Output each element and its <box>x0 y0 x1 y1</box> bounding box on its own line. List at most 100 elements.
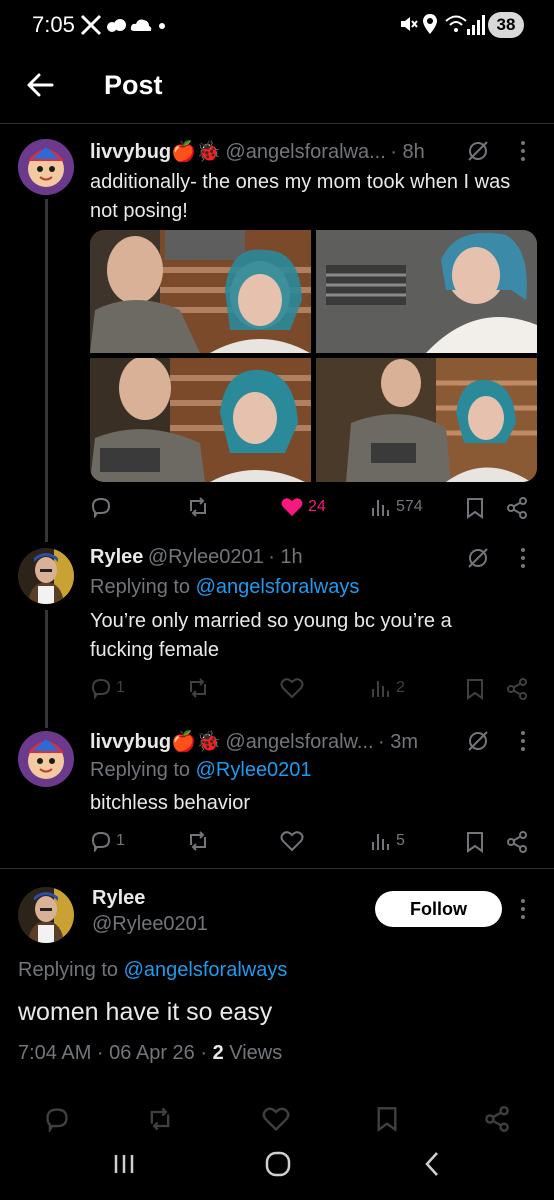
more-options-icon[interactable] <box>518 547 528 569</box>
replying-to: Replying to @angelsforalways <box>18 959 287 982</box>
post-header: livvybug🍎🐞 @angelsforalw... · 3m <box>90 729 460 754</box>
reply-icon <box>91 497 111 518</box>
more-options-icon[interactable] <box>518 898 528 920</box>
cloud-icon <box>130 19 152 31</box>
follow-button[interactable]: Follow <box>375 891 502 927</box>
heart-icon[interactable] <box>262 1106 290 1132</box>
post-metadata: 7:04 AM · 06 Apr 26 · 2 Views <box>18 1042 282 1065</box>
handle[interactable]: @angelsforalwa... <box>225 141 385 163</box>
views-button[interactable]: 2 <box>370 677 405 699</box>
back-arrow-icon[interactable] <box>26 71 54 99</box>
avatar[interactable] <box>18 548 74 604</box>
photo-2[interactable] <box>316 230 537 353</box>
display-name[interactable]: livvybug🍎🐞 <box>90 141 221 163</box>
post-text: bitchless behavior <box>90 792 251 814</box>
heart-icon <box>280 831 304 852</box>
replying-to-handle[interactable]: @angelsforalways <box>124 959 288 981</box>
heart-icon <box>280 678 304 699</box>
more-options-icon[interactable] <box>518 140 528 162</box>
post-time: · 1h <box>268 546 303 568</box>
repost-icon <box>190 831 206 851</box>
view-count: 5 <box>396 832 405 849</box>
views-icon <box>372 500 389 516</box>
avatar[interactable] <box>18 731 74 787</box>
dot-icon <box>159 23 165 29</box>
photo-3[interactable] <box>90 358 311 482</box>
bookmark-icon[interactable] <box>466 497 484 519</box>
photo-1[interactable] <box>90 230 311 353</box>
battery-indicator: 38 <box>488 12 524 38</box>
views-button[interactable]: 574 <box>370 496 423 518</box>
grok-icon[interactable] <box>466 546 490 570</box>
wifi-icon <box>445 15 467 32</box>
back-nav-icon[interactable] <box>422 1150 442 1178</box>
repost-button[interactable] <box>186 496 210 518</box>
photo-4[interactable] <box>316 358 537 482</box>
thread-line <box>45 199 48 542</box>
thread-line <box>45 610 48 728</box>
avatar[interactable] <box>18 139 74 195</box>
views-button[interactable]: 5 <box>370 830 405 852</box>
more-options-icon[interactable] <box>518 730 528 752</box>
share-icon[interactable] <box>506 497 528 519</box>
post-divider <box>0 868 554 869</box>
views-label: Views <box>223 1042 283 1064</box>
repost-icon[interactable] <box>146 1106 174 1132</box>
grok-icon[interactable] <box>466 139 490 163</box>
like-count: 24 <box>308 498 326 515</box>
post-header: Rylee @Rylee0201 · 1h <box>90 546 460 569</box>
post-text: additionally- the ones my mom took when … <box>90 171 511 222</box>
post-text: You’re only married so young bc you’re a… <box>90 610 452 661</box>
views-icon <box>372 834 389 850</box>
repost-button[interactable] <box>186 830 210 852</box>
heart-filled-icon <box>281 498 303 516</box>
display-name[interactable]: Rylee <box>92 887 145 910</box>
like-button[interactable]: 24 <box>280 496 326 518</box>
views-count[interactable]: 2 <box>213 1042 224 1064</box>
reply-count: 1 <box>116 679 125 696</box>
replying-to-handle[interactable]: @Rylee0201 <box>196 759 312 781</box>
replying-to: Replying to @Rylee0201 <box>90 759 312 782</box>
x-logo-icon <box>80 14 102 36</box>
display-name[interactable]: Rylee <box>90 546 143 568</box>
header-divider <box>0 123 554 124</box>
handle[interactable]: @angelsforalw... <box>225 731 373 753</box>
like-button[interactable] <box>280 677 304 699</box>
location-icon <box>423 14 437 34</box>
handle[interactable]: @Rylee0201 <box>148 546 264 568</box>
reply-button[interactable]: 1 <box>90 677 125 699</box>
avatar[interactable] <box>18 887 74 943</box>
system-nav-bar <box>0 1140 554 1200</box>
grok-icon[interactable] <box>466 729 490 753</box>
notification-icon <box>107 19 126 32</box>
repost-button[interactable] <box>186 677 210 699</box>
views-icon <box>372 681 389 697</box>
share-icon[interactable] <box>506 831 528 853</box>
like-button[interactable] <box>280 830 304 852</box>
reply-button[interactable] <box>90 496 112 518</box>
replying-to-label: Replying to <box>90 576 191 598</box>
photo-grid[interactable] <box>90 230 537 482</box>
share-icon[interactable] <box>506 678 528 700</box>
handle[interactable]: @Rylee0201 <box>92 913 208 936</box>
bookmark-icon[interactable] <box>376 1106 398 1132</box>
replying-to-label: Replying to <box>90 759 191 781</box>
display-name[interactable]: livvybug🍎🐞 <box>90 731 221 753</box>
reply-button[interactable]: 1 <box>90 830 125 852</box>
replying-to-handle[interactable]: @angelsforalways <box>196 576 360 598</box>
replying-to-label: Replying to <box>18 959 119 981</box>
home-icon[interactable] <box>264 1150 292 1178</box>
status-time: 7:05 <box>32 12 75 37</box>
post-header: livvybug🍎🐞 @angelsforalwa... · 8h <box>90 139 520 167</box>
recent-apps-icon[interactable] <box>112 1152 136 1176</box>
bookmark-icon[interactable] <box>466 831 484 853</box>
signal-icon <box>467 15 485 35</box>
reply-icon[interactable] <box>44 1106 70 1132</box>
reply-count: 1 <box>116 832 125 849</box>
reply-icon <box>91 678 111 699</box>
share-icon[interactable] <box>484 1106 510 1132</box>
post-time: · 8h <box>390 141 425 163</box>
reply-icon <box>91 831 111 852</box>
mute-icon <box>401 17 418 31</box>
bookmark-icon[interactable] <box>466 678 484 700</box>
